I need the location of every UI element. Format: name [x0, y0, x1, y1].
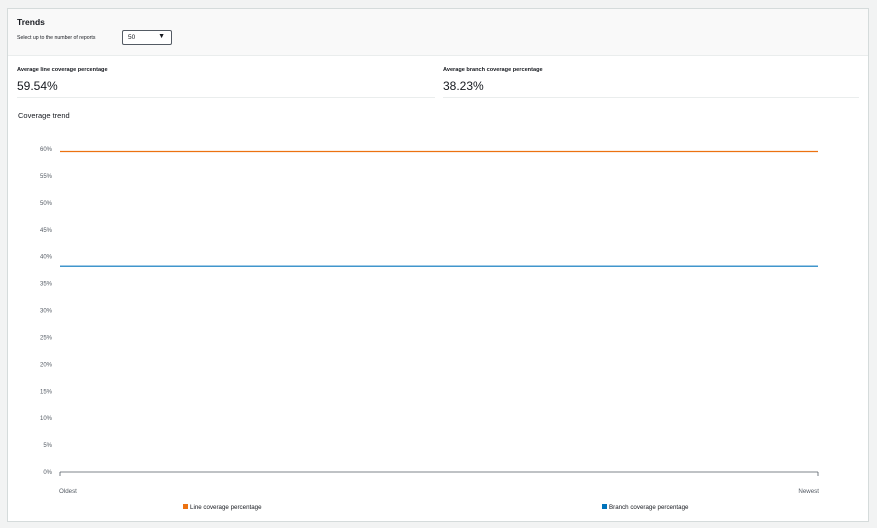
- y-tick-label: 20%: [40, 362, 53, 368]
- y-tick-label: 35%: [40, 282, 53, 288]
- trends-panel: Trends Select up to the number of report…: [7, 8, 869, 522]
- y-tick-label: 30%: [40, 309, 53, 315]
- coverage-trend-chart: 0% 5% 10% 15% 20% 25% 30% 35% 40% 45% 50% 55% 60% Old…: [40, 147, 819, 511]
- y-tick-label: 40%: [40, 255, 53, 261]
- y-tick-label: 50%: [40, 201, 53, 207]
- y-tick-label: 10%: [40, 416, 53, 422]
- legend-swatch: [602, 504, 607, 509]
- legend-swatch: [183, 504, 188, 509]
- y-tick-label: 0%: [43, 470, 52, 476]
- y-tick-label: 45%: [40, 228, 53, 234]
- y-tick-label: 5%: [43, 443, 52, 449]
- legend-label: Line coverage percentage: [190, 504, 262, 511]
- y-tick-label: 55%: [40, 174, 53, 180]
- y-tick-label: 15%: [40, 389, 53, 395]
- x-tick-label: Oldest: [59, 488, 77, 495]
- y-tick-label: 25%: [40, 335, 53, 341]
- legend-label: Branch coverage percentage: [609, 504, 689, 511]
- x-tick-label: Newest: [798, 488, 819, 495]
- y-tick-label: 60%: [40, 147, 53, 153]
